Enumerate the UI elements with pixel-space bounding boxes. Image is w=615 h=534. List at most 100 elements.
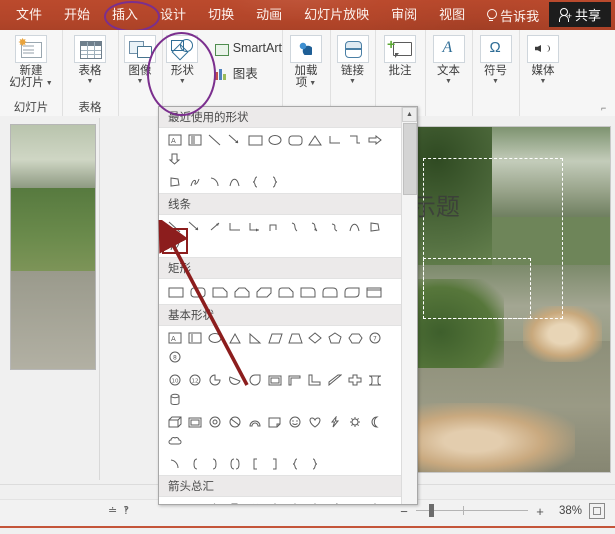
tab-slideshow[interactable]: 幻灯片放映 xyxy=(293,0,380,30)
shape-arc[interactable] xyxy=(205,172,225,191)
shape-curved-arrow-connector[interactable] xyxy=(305,217,325,236)
shape-dodecagon[interactable]: 12 xyxy=(185,370,205,389)
shape-left-brace[interactable] xyxy=(285,454,305,473)
shape-pie[interactable] xyxy=(205,370,225,389)
shape-text-box[interactable]: A xyxy=(165,130,185,149)
shape-no-symbol[interactable] xyxy=(225,412,245,431)
shape-round-single-corner[interactable] xyxy=(297,281,319,302)
shape-lightning-bolt[interactable] xyxy=(325,412,345,431)
shape-diamond[interactable] xyxy=(305,328,325,347)
shape-parallelogram[interactable] xyxy=(265,328,285,347)
shape-donut[interactable] xyxy=(205,412,225,431)
tell-me-box[interactable]: 告诉我 xyxy=(476,0,549,30)
shape-right-bracket[interactable] xyxy=(205,454,225,473)
link-button[interactable]: 链接 ▼ xyxy=(330,30,375,85)
share-button[interactable]: + 共享 xyxy=(548,2,611,27)
shape-elbow-connector[interactable] xyxy=(225,217,245,236)
shape-smiley-face[interactable] xyxy=(285,412,305,431)
shape-sun[interactable] xyxy=(345,412,365,431)
chevron-down-icon[interactable]: ▼ xyxy=(445,78,452,85)
shape-teardrop[interactable] xyxy=(245,370,265,389)
tab-insert[interactable]: 插入 xyxy=(101,0,149,30)
shape-freeform[interactable] xyxy=(165,172,185,191)
media-button[interactable]: 媒体 ▼ xyxy=(519,30,567,85)
chevron-down-icon[interactable]: ▼ xyxy=(179,78,186,85)
shape-frame[interactable] xyxy=(265,370,285,389)
shape-chord[interactable] xyxy=(225,370,245,389)
shape-curve[interactable] xyxy=(225,172,245,191)
text-button[interactable]: 文本 ▼ xyxy=(425,30,472,85)
shape-line-arrow[interactable] xyxy=(225,130,245,149)
shape-frame[interactable] xyxy=(363,281,385,302)
shape-block-arc[interactable] xyxy=(245,412,265,431)
shape-cloud[interactable] xyxy=(165,431,185,450)
shape-arc[interactable] xyxy=(165,454,185,473)
shape-left-arrow[interactable] xyxy=(185,499,205,504)
shape-right-brace[interactable] xyxy=(305,454,325,473)
shape-row-basic-3[interactable] xyxy=(159,410,401,452)
shape-line[interactable] xyxy=(165,217,185,236)
shape-row-rectangles[interactable] xyxy=(159,279,401,304)
slide-sorter-icon[interactable]: ‽ xyxy=(123,504,129,517)
shape-cross[interactable] xyxy=(345,370,365,389)
tab-transitions[interactable]: 切换 xyxy=(197,0,245,30)
shape-freeform[interactable] xyxy=(365,217,385,236)
shape-arc[interactable] xyxy=(345,217,365,236)
chevron-down-icon[interactable]: ▼ xyxy=(492,78,499,85)
shape-u-turn-arrow[interactable] xyxy=(345,499,365,504)
shape-row-basic-1[interactable]: A 7 8 xyxy=(159,326,401,368)
shape-text-box[interactable]: A xyxy=(165,328,185,347)
zoom-slider-handle[interactable] xyxy=(429,504,434,517)
shape-plaque[interactable] xyxy=(365,370,385,389)
zoom-controls[interactable]: − + 38% xyxy=(399,503,605,519)
shape-isosceles-triangle[interactable] xyxy=(305,130,325,149)
shape-snip-and-round-corner[interactable] xyxy=(275,281,297,302)
shape-folded-corner[interactable] xyxy=(265,412,285,431)
shape-heptagon[interactable]: 7 xyxy=(365,328,385,347)
shape-line-arrow[interactable] xyxy=(185,217,205,236)
shape-elbow-double-arrow[interactable] xyxy=(265,217,285,236)
shapes-button[interactable]: 形状 ▼ xyxy=(162,30,203,85)
shape-hexagon[interactable] xyxy=(345,328,365,347)
smartart-button[interactable]: SmartArt xyxy=(211,40,282,56)
shape-down-arrow[interactable] xyxy=(225,499,245,504)
shape-triangle[interactable] xyxy=(225,328,245,347)
shape-rounded-rectangle[interactable] xyxy=(285,130,305,149)
tab-review[interactable]: 审阅 xyxy=(380,0,428,30)
shape-row-arrows-1[interactable] xyxy=(159,497,401,504)
comment-button[interactable]: + 批注 xyxy=(375,30,425,77)
shape-elbow-arrow-connector[interactable] xyxy=(345,130,365,149)
chevron-down-icon[interactable]: ▼ xyxy=(87,78,94,85)
shape-octagon[interactable]: 8 xyxy=(165,347,185,366)
shape-bent-arrow[interactable] xyxy=(325,499,345,504)
scroll-up-arrow-icon[interactable]: ▲ xyxy=(402,107,417,122)
shape-cube[interactable] xyxy=(165,412,185,431)
chevron-down-icon[interactable]: ▼ xyxy=(349,78,356,85)
shape-snip-single-corner[interactable] xyxy=(209,281,231,302)
shape-right-triangle[interactable] xyxy=(245,328,265,347)
shape-round-diagonal-corner[interactable] xyxy=(341,281,363,302)
shape-row-basic-4[interactable] xyxy=(159,452,401,475)
slide-thumbnail-pane[interactable] xyxy=(2,118,100,480)
shape-decagon[interactable]: 10 xyxy=(165,370,185,389)
symbol-button[interactable]: 符号 ▼ xyxy=(472,30,519,85)
shape-right-arrow[interactable] xyxy=(365,130,385,149)
shape-scribble[interactable] xyxy=(185,172,205,191)
zoom-out-button[interactable]: − xyxy=(399,505,409,518)
scrollbar-thumb[interactable] xyxy=(403,123,417,195)
shapes-dropdown-scrollbar[interactable]: ▲ xyxy=(401,107,417,504)
shape-diagonal-stripe[interactable] xyxy=(325,370,345,389)
shape-up-down-arrow[interactable] xyxy=(265,499,285,504)
shape-line[interactable] xyxy=(205,130,225,149)
shape-curved-connector[interactable] xyxy=(285,217,305,236)
shape-double-bracket[interactable] xyxy=(225,454,245,473)
shapes-dropdown-panel[interactable]: 最近使用的形状 A 线条 矩形 基本形状 A 7 8 10 12 箭头总汇 ▲ xyxy=(158,106,418,505)
shape-left-bracket-square[interactable] xyxy=(245,454,265,473)
shape-up-arrow[interactable] xyxy=(205,499,225,504)
shape-half-frame[interactable] xyxy=(285,370,305,389)
shape-pentagon[interactable] xyxy=(325,328,345,347)
shape-round-same-side-corner[interactable] xyxy=(319,281,341,302)
shape-oval[interactable] xyxy=(265,130,285,149)
shape-row-basic-2[interactable]: 10 12 xyxy=(159,368,401,410)
shape-l-shape[interactable] xyxy=(305,370,325,389)
